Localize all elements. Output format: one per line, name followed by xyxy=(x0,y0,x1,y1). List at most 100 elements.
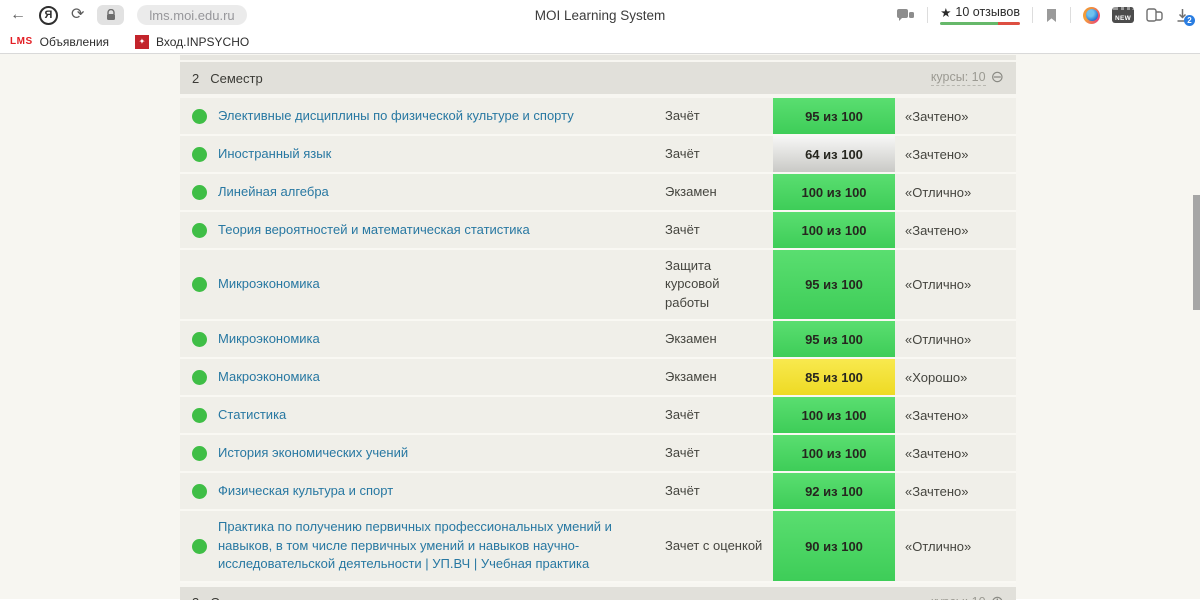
course-row: Макроэкономика Экзамен 85 из 100 «Хорошо… xyxy=(180,359,1016,398)
refresh-icon[interactable]: ⟳ xyxy=(71,7,84,23)
status-dot-icon xyxy=(191,277,207,293)
course-link[interactable]: Физическая культура и спорт xyxy=(218,473,665,509)
courses-count-link[interactable]: курсы: 10 xyxy=(931,595,986,600)
semester-number: 2 xyxy=(192,70,200,86)
lock-icon xyxy=(106,9,115,20)
star-icon: ★ xyxy=(940,5,952,20)
course-row: Микроэкономика Экзамен 95 из 100 «Отличн… xyxy=(180,321,1016,360)
grade-label: «Зачтено» xyxy=(905,483,969,499)
bookmark-item-inpsycho[interactable]: ✦ Вход.INPSYCHO xyxy=(135,34,250,49)
semester-title: Семестр xyxy=(210,595,262,600)
address-bar[interactable]: lms.moi.edu.ru xyxy=(137,5,248,25)
side-panels-icon[interactable] xyxy=(1146,7,1163,23)
course-link[interactable]: Элективные дисциплины по физической куль… xyxy=(218,98,665,134)
downloads-button[interactable]: 2 xyxy=(1175,8,1195,26)
status-cell xyxy=(180,98,218,134)
score-badge: 95 из 100 xyxy=(773,98,895,134)
status-cell xyxy=(180,212,218,248)
status-cell xyxy=(180,250,218,319)
course-link[interactable]: Практика по получению первичных професси… xyxy=(218,511,665,580)
extension-icon[interactable] xyxy=(1083,6,1100,24)
semester-2-header: 2 Семестр курсы: 10 ⊖ xyxy=(180,62,1016,94)
grade-label: «Хорошо» xyxy=(905,369,968,385)
score-badge: 95 из 100 xyxy=(773,321,895,358)
status-dot-icon xyxy=(191,369,207,385)
lms-favicon: LMS xyxy=(10,36,33,47)
browser-toolbar: ← Я ⟳ lms.moi.edu.ru MOI Learning System… xyxy=(0,0,1200,30)
lms-page: 2 Семестр курсы: 10 ⊖ Элективные дисципл… xyxy=(0,54,1200,600)
course-link[interactable]: Микроэкономика xyxy=(218,321,665,357)
status-cell xyxy=(180,435,218,471)
assessment-type: Зачёт xyxy=(665,407,700,423)
site-reviews[interactable]: ★ 10 отзывов xyxy=(940,5,1020,26)
grade-label: «Зачтено» xyxy=(905,445,969,461)
score-badge: 64 из 100 xyxy=(773,136,895,172)
status-cell xyxy=(180,511,218,580)
assessment-type: Экзамен xyxy=(665,331,717,347)
status-dot-icon xyxy=(191,108,207,124)
toolbar-right-icons: ★ 10 отзывов NEW 2 xyxy=(896,5,1195,26)
grade-label: «Отлично» xyxy=(905,331,972,347)
previous-block-edge xyxy=(180,55,1016,60)
vertical-scrollbar[interactable] xyxy=(1193,195,1200,310)
assessment-type: Зачёт xyxy=(665,145,700,161)
course-row: Теория вероятностей и математическая ста… xyxy=(180,212,1016,250)
new-feature-icon[interactable]: NEW xyxy=(1112,7,1134,23)
divider xyxy=(927,7,929,23)
status-dot-icon xyxy=(191,445,207,461)
grade-label: «Отлично» xyxy=(905,184,972,200)
status-cell xyxy=(180,136,218,172)
course-link[interactable]: Теория вероятностей и математическая ста… xyxy=(218,212,665,248)
course-row: Линейная алгебра Экзамен 100 из 100 «Отл… xyxy=(180,174,1016,212)
course-row: Практика по получению первичных професси… xyxy=(180,511,1016,583)
score-badge: 92 из 100 xyxy=(773,473,895,510)
ssl-lock-icon[interactable] xyxy=(97,5,125,25)
assessment-type: Зачёт xyxy=(665,445,700,461)
expand-icon[interactable]: ⊕ xyxy=(991,594,1004,600)
score-badge: 95 из 100 xyxy=(773,250,895,320)
course-link[interactable]: История экономических учений xyxy=(218,435,665,471)
course-link[interactable]: Иностранный язык xyxy=(218,136,665,172)
back-icon[interactable]: ← xyxy=(10,7,26,23)
assessment-type: Зачет с оценкой xyxy=(665,537,763,553)
status-cell xyxy=(180,359,218,395)
course-link[interactable]: Линейная алгебра xyxy=(218,174,665,210)
bookmark-item-announcements[interactable]: LMS Объявления xyxy=(10,35,109,49)
status-cell xyxy=(180,397,218,433)
yandex-browser-icon[interactable]: Я xyxy=(39,5,58,25)
grade-label: «Зачтено» xyxy=(905,407,969,423)
reviews-rating-bar xyxy=(940,21,1020,26)
download-count-badge: 2 xyxy=(1184,14,1195,26)
status-dot-icon xyxy=(191,407,207,423)
inpsycho-favicon: ✦ xyxy=(135,34,150,49)
feedback-icon[interactable] xyxy=(896,8,915,23)
collapse-icon[interactable]: ⊖ xyxy=(991,70,1004,86)
course-row: Статистика Зачёт 100 из 100 «Зачтено» xyxy=(180,397,1016,436)
course-row: Иностранный язык Зачёт 64 из 100 «Зачтен… xyxy=(180,136,1016,174)
divider xyxy=(1070,7,1071,23)
course-link[interactable]: Микроэкономика xyxy=(218,250,665,319)
bookmark-icon[interactable] xyxy=(1045,8,1058,23)
assessment-type: Зачёт xyxy=(665,221,700,237)
course-link[interactable]: Макроэкономика xyxy=(218,359,665,395)
semester-title: Семестр xyxy=(210,70,263,86)
assessment-type: Зачёт xyxy=(665,483,700,499)
course-link[interactable]: Статистика xyxy=(218,397,665,433)
course-row: Элективные дисциплины по физической куль… xyxy=(180,98,1016,136)
score-badge: 100 из 100 xyxy=(773,174,895,210)
status-dot-icon xyxy=(191,222,207,238)
bookmark-label: Объявления xyxy=(39,34,110,49)
divider xyxy=(1032,7,1033,23)
assessment-type: Зачёт xyxy=(665,107,700,123)
assessment-type: Экзамен xyxy=(665,183,717,199)
courses-count-link[interactable]: курсы: 10 xyxy=(930,70,986,86)
grade-label: «Зачтено» xyxy=(905,222,969,238)
course-rows: Элективные дисциплины по физической куль… xyxy=(180,98,1016,583)
status-dot-icon xyxy=(191,331,207,347)
reviews-count-label: 10 отзывов xyxy=(955,5,1020,20)
bookmark-label: Вход.INPSYCHO xyxy=(156,34,250,49)
score-badge: 100 из 100 xyxy=(773,397,895,434)
status-dot-icon xyxy=(191,146,207,162)
semester-3-header: 3 Семестр курсы: 10 ⊕ xyxy=(180,586,1016,600)
semester-table: 2 Семестр курсы: 10 ⊖ Элективные дисципл… xyxy=(180,55,1016,600)
